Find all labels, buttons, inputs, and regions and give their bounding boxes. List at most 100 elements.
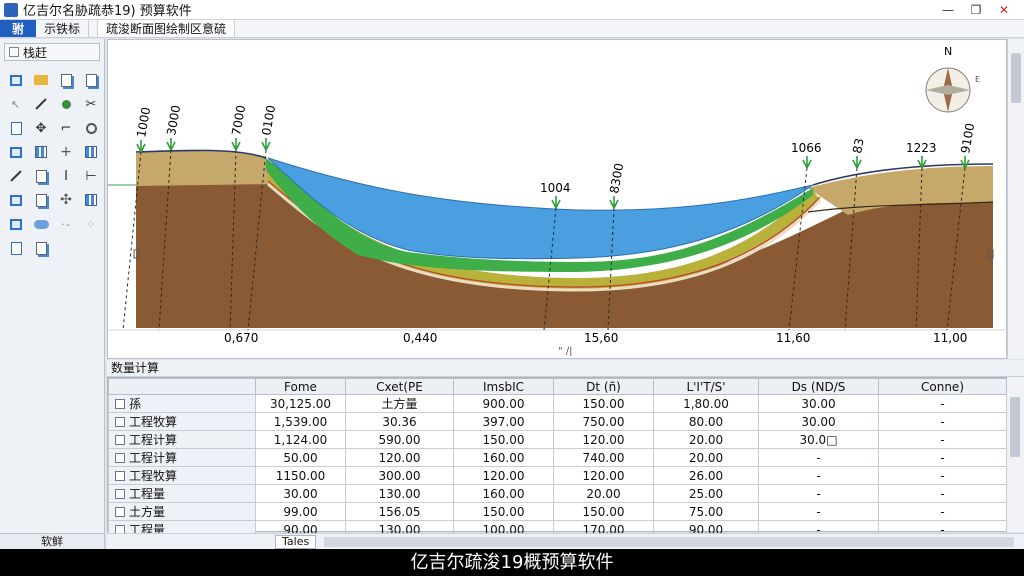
frame-tool[interactable] (6, 191, 26, 209)
table-cell[interactable]: 50.00 (255, 448, 346, 467)
table-cell[interactable]: - (878, 394, 1007, 413)
row-checkbox[interactable] (115, 489, 125, 499)
table-cell[interactable]: 130.00 (345, 484, 454, 503)
table-cell[interactable]: 30.36 (345, 412, 454, 431)
minimize-button[interactable]: — (934, 1, 962, 19)
new-tool[interactable] (6, 71, 26, 89)
table-vertical-scrollbar[interactable] (1007, 377, 1024, 532)
table-tool[interactable] (81, 143, 101, 161)
angle-tool[interactable]: ⌐ (56, 119, 76, 137)
print-tool[interactable] (31, 239, 51, 257)
table-cell[interactable]: - (878, 466, 1007, 485)
table-row[interactable]: 工程牧算 1,539.00 30.36 397.00 750.00 80.00 30.00- (108, 412, 1007, 431)
save-tool[interactable] (6, 239, 26, 257)
row-name-cell[interactable]: 工程计算 (108, 430, 256, 449)
row-checkbox[interactable] (115, 471, 125, 481)
column-header[interactable]: Conne) (878, 378, 1007, 395)
table-cell[interactable]: 120.00 (553, 430, 654, 449)
dimension-tool[interactable]: ⊢ (81, 167, 101, 185)
edit-tool[interactable] (81, 191, 101, 209)
main-menu-button[interactable]: 驸 (0, 20, 36, 37)
table-cell[interactable]: 20.00 (653, 448, 759, 467)
row-name-cell[interactable]: 孫 (108, 394, 256, 413)
table-cell[interactable]: 80.00 (653, 412, 759, 431)
section-tool[interactable] (6, 119, 26, 137)
table-row[interactable]: 工程牧算 1150.00 300.00 120.00 120.00 26.00- - (108, 466, 1007, 485)
table-cell[interactable]: 150.00 (453, 502, 554, 521)
table-cell[interactable]: 30.00 (758, 394, 879, 413)
column-header[interactable]: ImsbIC (453, 378, 554, 395)
row-name-cell[interactable]: 工程牧算 (108, 412, 256, 431)
table-cell[interactable]: 土方量 (345, 394, 454, 413)
table-horizontal-scrollbar[interactable]: Tales (107, 533, 1024, 549)
table-cell[interactable]: 740.00 (553, 448, 654, 467)
table-cell[interactable]: 120.00 (345, 448, 454, 467)
table-cell[interactable]: 20.00 (553, 484, 654, 503)
table-cell[interactable]: 150.00 (453, 430, 554, 449)
calc-tool[interactable] (31, 191, 51, 209)
table-cell[interactable]: 300.00 (345, 466, 454, 485)
table-cell[interactable]: 150.00 (553, 394, 654, 413)
menu-tab[interactable]: 示铁标 (36, 20, 90, 37)
table-cell[interactable]: - (758, 448, 879, 467)
table-row[interactable]: 孫 30,125.00 土方量 900.00 150.00 1,80.00 30.00- (108, 394, 1007, 413)
table-row[interactable]: 工程量 30.00 130.00 160.00 20.00 25.00- - (108, 484, 1007, 503)
table-cell[interactable]: - (758, 502, 879, 521)
row-checkbox[interactable] (115, 435, 125, 445)
maximize-button[interactable]: ❐ (962, 1, 990, 19)
scrollbar-thumb[interactable] (324, 536, 1015, 547)
move-tool[interactable]: ✣ (56, 191, 76, 209)
table-cell[interactable]: 1,124.00 (255, 430, 346, 449)
table-cell[interactable]: 160.00 (453, 448, 554, 467)
document-tab[interactable]: 疏浚断面图绘制区意硫 (97, 20, 236, 37)
line-tool[interactable] (31, 95, 51, 113)
export-tool[interactable] (81, 71, 101, 89)
close-button[interactable]: ✕ (990, 1, 1018, 19)
add-tool[interactable]: + (56, 143, 76, 161)
grid-tool[interactable] (31, 143, 51, 161)
column-header[interactable]: Ds (ND/S (758, 378, 879, 395)
table-cell[interactable]: 900.00 (453, 394, 554, 413)
table-cell[interactable]: 1150.00 (255, 466, 346, 485)
measure-tool[interactable]: ✂ (81, 95, 101, 113)
canvas-vertical-scrollbar[interactable] (1007, 39, 1024, 359)
table-cell[interactable]: 75.00 (653, 502, 759, 521)
column-header[interactable]: Cxet(PE (345, 378, 454, 395)
toolbox-header[interactable]: 栈赶 (4, 43, 100, 61)
table-cell[interactable]: 1,539.00 (255, 412, 346, 431)
copy-tool[interactable] (56, 71, 76, 89)
snap-tool[interactable]: ·- (56, 215, 76, 233)
import-tool[interactable] (6, 215, 26, 233)
sidebar-footer[interactable]: 软鲜 (0, 533, 104, 549)
table-cell[interactable]: 750.00 (553, 412, 654, 431)
scrollbar-thumb[interactable] (1011, 53, 1021, 103)
table-cell[interactable]: 30.0□ (758, 430, 879, 449)
pointer-tool[interactable]: ↖ (6, 95, 26, 113)
table-cell[interactable]: 120.00 (553, 466, 654, 485)
column-header[interactable]: Dt (ñ) (553, 378, 654, 395)
report-tool[interactable] (31, 167, 51, 185)
table-cell[interactable]: - (878, 484, 1007, 503)
zoom-tool[interactable] (81, 119, 101, 137)
table-cell[interactable]: 397.00 (453, 412, 554, 431)
row-name-cell[interactable]: 土方量 (108, 502, 256, 521)
table-cell[interactable]: 160.00 (453, 484, 554, 503)
table-cell[interactable]: 26.00 (653, 466, 759, 485)
table-cell[interactable]: 156.05 (345, 502, 454, 521)
table-row[interactable]: 工程计算 1,124.00 590.00 150.00 120.00 20.00 30.0□… (108, 430, 1007, 449)
row-name-cell[interactable]: 工程计算 (108, 448, 256, 467)
table-cell[interactable]: - (878, 502, 1007, 521)
row-checkbox[interactable] (115, 399, 125, 409)
cross-section-canvas[interactable]: 1000 3000 7000 0100 1004 8300 1066 83 1223 9100 0… (107, 39, 1008, 359)
table-cell[interactable]: - (758, 466, 879, 485)
table-cell[interactable]: - (878, 412, 1007, 431)
terrain-tool[interactable] (31, 215, 51, 233)
text-tool[interactable]: I (56, 167, 76, 185)
table-row[interactable]: 工程计算 50.00 120.00 160.00 740.00 20.00- - (108, 448, 1007, 467)
table-cell[interactable]: - (878, 430, 1007, 449)
points-tool[interactable]: ⁘ (81, 215, 101, 233)
table-cell[interactable]: 590.00 (345, 430, 454, 449)
row-checkbox[interactable] (115, 417, 125, 427)
table-cell[interactable]: - (758, 484, 879, 503)
table-cell[interactable]: 99.00 (255, 502, 346, 521)
